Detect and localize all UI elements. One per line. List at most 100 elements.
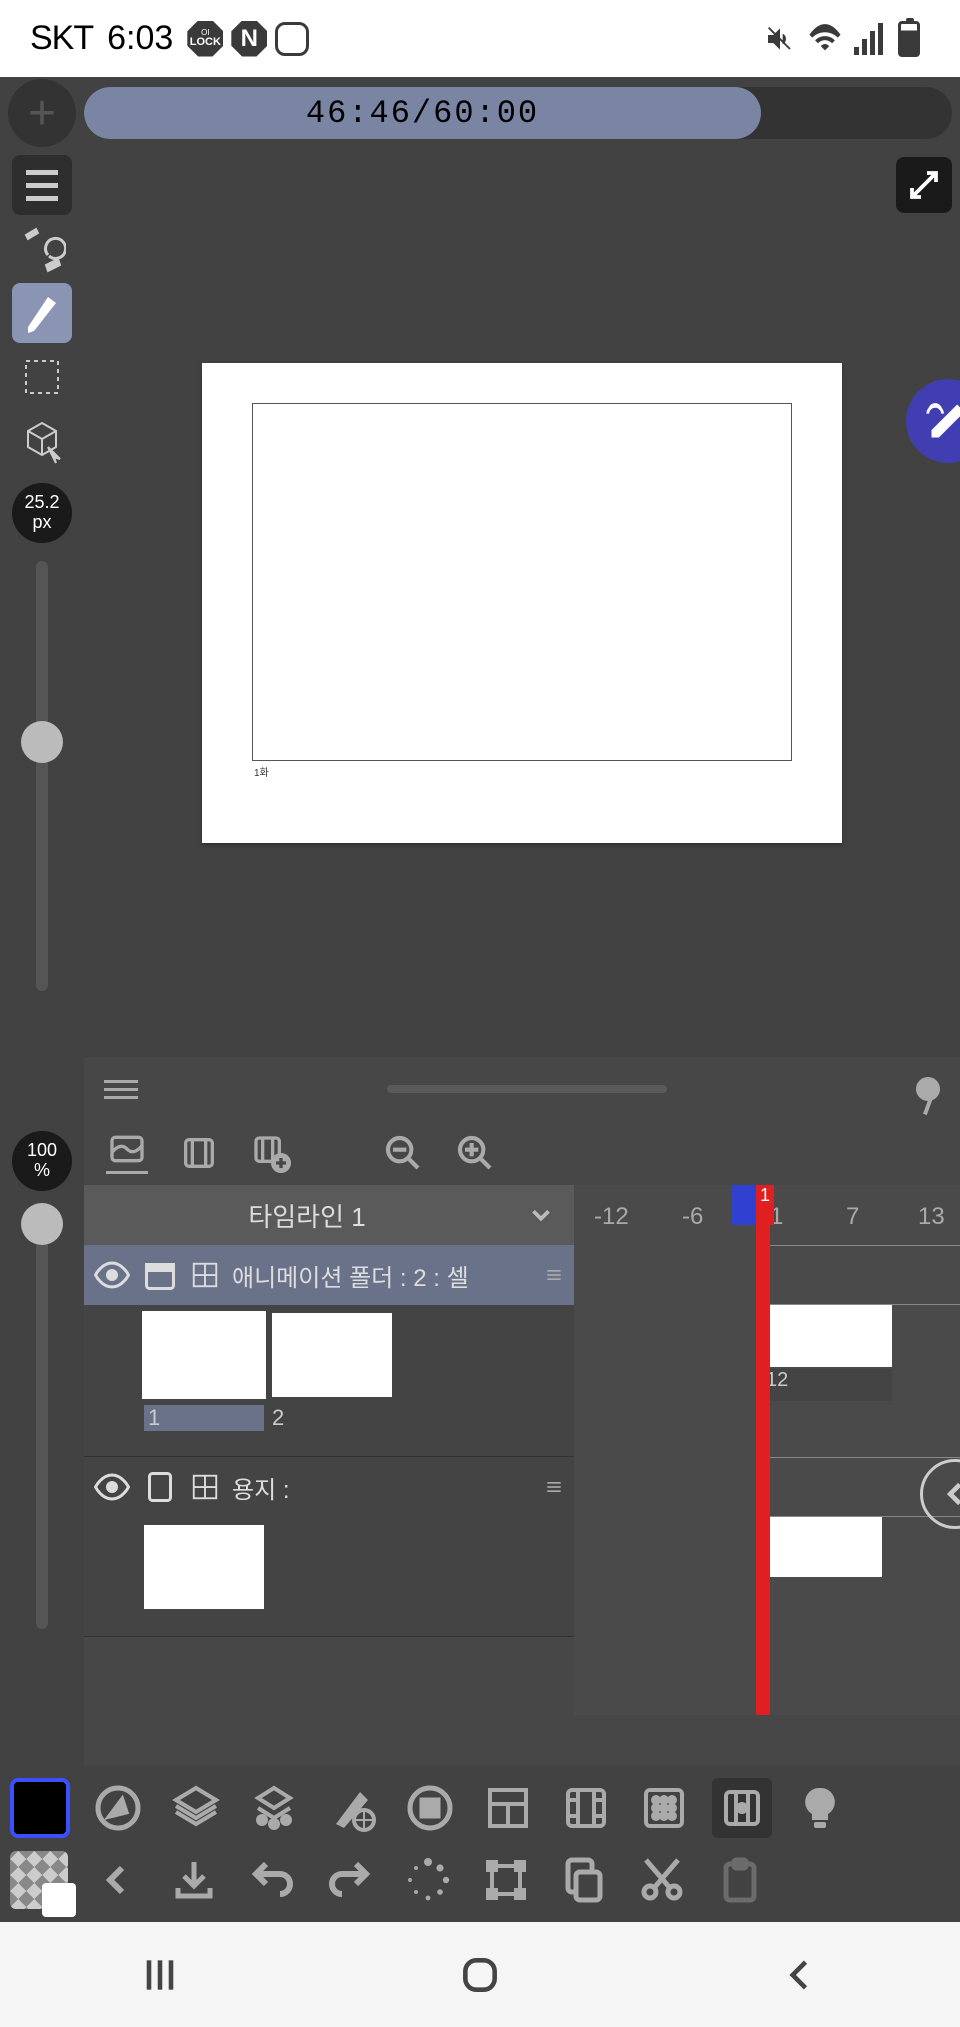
timeline-body: 타임라인 1 애니메이션 폴더 : 2 : 셀 bbox=[84, 1185, 960, 1715]
pen-eraser-swap-tool[interactable] bbox=[12, 219, 72, 279]
clip-label: 12 bbox=[762, 1369, 892, 1401]
copy-icon[interactable] bbox=[554, 1850, 614, 1910]
cell-label[interactable]: 1 bbox=[144, 1405, 264, 1431]
page-icon bbox=[142, 1469, 178, 1505]
android-nav bbox=[0, 1922, 960, 2027]
save-icon[interactable] bbox=[164, 1850, 224, 1910]
app-notif-icon bbox=[275, 22, 309, 56]
canvas-viewport[interactable]: 1화 bbox=[84, 149, 960, 1057]
track-animation-folder[interactable]: 애니메이션 폴더 : 2 : 셀 1 2 bbox=[84, 1245, 574, 1457]
n-icon: N bbox=[231, 21, 267, 57]
record-icon[interactable] bbox=[400, 1778, 460, 1838]
cell-thumb[interactable] bbox=[272, 1313, 392, 1397]
playhead-frame: 1 bbox=[756, 1185, 774, 1225]
wifi-icon bbox=[808, 22, 842, 56]
track-header[interactable]: 애니메이션 폴더 : 2 : 셀 bbox=[84, 1245, 574, 1305]
recents-button[interactable] bbox=[138, 1953, 182, 1997]
brush-size-slider[interactable] bbox=[36, 561, 48, 991]
foreground-color[interactable] bbox=[10, 1778, 70, 1838]
clock: 6:03 bbox=[107, 19, 173, 58]
app-window: + 46:46/60:00 25.2 px bbox=[0, 77, 960, 1922]
add-button[interactable]: + bbox=[8, 79, 76, 147]
navigator-icon[interactable] bbox=[88, 1778, 148, 1838]
clip[interactable] bbox=[762, 1305, 892, 1367]
panels-icon[interactable] bbox=[478, 1778, 538, 1838]
grid-icon bbox=[190, 1260, 220, 1290]
clip[interactable] bbox=[762, 1517, 882, 1577]
chevron-down-icon bbox=[526, 1200, 556, 1230]
folder-icon bbox=[142, 1257, 178, 1293]
layer-icon[interactable] bbox=[166, 1778, 226, 1838]
panel-drag-handle[interactable] bbox=[387, 1085, 667, 1093]
battery-icon bbox=[898, 21, 920, 57]
track-paper[interactable]: 용지 : bbox=[84, 1457, 574, 1637]
timer-display: 46:46/60:00 bbox=[84, 87, 761, 139]
safe-frame bbox=[252, 403, 792, 761]
playhead[interactable] bbox=[756, 1185, 770, 1715]
pen-tool[interactable] bbox=[12, 283, 72, 343]
track-lane[interactable] bbox=[756, 1245, 960, 1305]
title-bar: + 46:46/60:00 bbox=[0, 77, 960, 149]
main-area: 25.2 px 100 % bbox=[0, 149, 960, 1766]
timeline-tab-icon[interactable] bbox=[106, 1132, 148, 1174]
transform-icon[interactable] bbox=[476, 1850, 536, 1910]
bulb-icon[interactable] bbox=[790, 1778, 850, 1838]
film-icon[interactable] bbox=[556, 1778, 616, 1838]
cell-thumb[interactable] bbox=[144, 1313, 264, 1397]
menu-button[interactable] bbox=[12, 155, 72, 215]
panel-header[interactable] bbox=[84, 1057, 960, 1121]
animation-cels-icon[interactable] bbox=[712, 1778, 772, 1838]
add-clip-icon[interactable] bbox=[250, 1132, 292, 1174]
zoom-in-icon[interactable] bbox=[454, 1132, 496, 1174]
cut-icon[interactable] bbox=[632, 1850, 692, 1910]
grid-icon bbox=[190, 1472, 220, 1502]
nav-back-button[interactable] bbox=[778, 1953, 822, 1997]
cell-label[interactable]: 2 bbox=[272, 1405, 284, 1431]
quick-access-button[interactable] bbox=[906, 379, 960, 463]
selection-tool[interactable] bbox=[12, 347, 72, 407]
layer-settings-icon[interactable] bbox=[244, 1778, 304, 1838]
opacity-slider[interactable] bbox=[36, 1209, 48, 1629]
color-swap[interactable] bbox=[10, 1851, 68, 1909]
back-icon[interactable] bbox=[86, 1850, 146, 1910]
timeline-toolbar bbox=[84, 1121, 960, 1185]
panel-menu-icon[interactable] bbox=[104, 1080, 138, 1099]
fullscreen-button[interactable] bbox=[896, 157, 952, 213]
playhead-marker[interactable] bbox=[732, 1185, 756, 1225]
track-header[interactable]: 용지 : bbox=[84, 1457, 574, 1517]
zoom-out-icon[interactable] bbox=[382, 1132, 424, 1174]
track-label: 용지 : bbox=[232, 1470, 290, 1505]
track-label: 애니메이션 폴더 : 2 : 셀 bbox=[232, 1258, 469, 1293]
tool-settings-icon[interactable] bbox=[322, 1778, 382, 1838]
track-menu-icon[interactable] bbox=[544, 1265, 564, 1285]
grid-apps-icon[interactable] bbox=[634, 1778, 694, 1838]
canvas[interactable]: 1화 bbox=[202, 363, 842, 843]
timeline-ruler-area[interactable]: -12 -6 1 7 13 1 1 12 bbox=[574, 1185, 960, 1715]
timeline-selector[interactable]: 타임라인 1 bbox=[84, 1185, 574, 1245]
workspace: 1화 bbox=[84, 149, 960, 1766]
home-button[interactable] bbox=[458, 1953, 502, 1997]
paste-icon[interactable] bbox=[710, 1850, 770, 1910]
tool-palette: 25.2 px 100 % bbox=[0, 149, 84, 1766]
track-menu-icon[interactable] bbox=[544, 1477, 564, 1497]
brush-size-display[interactable]: 25.2 px bbox=[12, 483, 72, 543]
cell-thumb[interactable] bbox=[144, 1525, 264, 1609]
visibility-icon[interactable] bbox=[94, 1257, 130, 1293]
timeline-name: 타임라인 1 bbox=[102, 1197, 512, 1234]
undo-icon[interactable] bbox=[242, 1850, 302, 1910]
status-bar: SKT 6:03 OILOCK N bbox=[0, 0, 960, 77]
new-clip-icon[interactable] bbox=[178, 1132, 220, 1174]
opacity-display[interactable]: 100 % bbox=[12, 1131, 72, 1191]
bottom-toolbar bbox=[0, 1766, 960, 1922]
timeline-panel: 타임라인 1 애니메이션 폴더 : 2 : 셀 bbox=[84, 1057, 960, 1766]
page-label: 1화 bbox=[254, 764, 269, 779]
track-list: 타임라인 1 애니메이션 폴더 : 2 : 셀 bbox=[84, 1185, 574, 1715]
loading-icon[interactable] bbox=[398, 1850, 458, 1910]
redo-icon[interactable] bbox=[320, 1850, 380, 1910]
lock-icon: OILOCK bbox=[187, 21, 223, 57]
timer-strip[interactable]: 46:46/60:00 bbox=[84, 87, 952, 139]
visibility-icon[interactable] bbox=[94, 1469, 130, 1505]
pin-icon[interactable] bbox=[916, 1077, 940, 1101]
mute-icon bbox=[764, 23, 796, 55]
object-tool[interactable] bbox=[12, 411, 72, 471]
